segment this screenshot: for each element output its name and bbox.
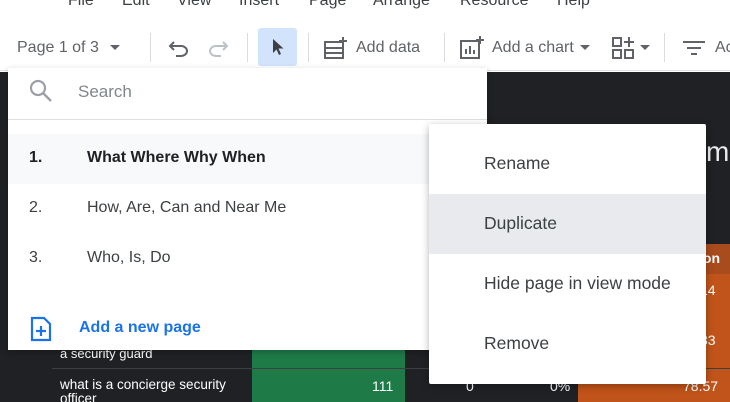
menu-item-remove[interactable]: Remove xyxy=(429,314,706,374)
add-component-button[interactable] xyxy=(611,24,650,71)
search-icon xyxy=(28,78,54,104)
redo-icon[interactable] xyxy=(207,24,229,71)
toolbar: Page 1 of 3 Add data Add a chart Ac xyxy=(0,24,730,71)
menu-file[interactable]: File xyxy=(68,0,94,10)
page-name: How, Are, Can and Near Me xyxy=(87,199,287,216)
menu-item-hide-page[interactable]: Hide page in view mode xyxy=(429,254,706,314)
add-new-page-label: Add a new page xyxy=(79,319,201,336)
page-name: What Where Why When xyxy=(87,149,266,166)
menu-item-label: Hide page in view mode xyxy=(484,273,671,293)
menu-item-label: Remove xyxy=(484,333,550,353)
toolbar-divider xyxy=(664,33,665,62)
page-number: 3. xyxy=(29,249,43,266)
table-cell: 111 xyxy=(372,378,394,394)
add-component-icon xyxy=(611,36,637,60)
caret-down-icon xyxy=(109,44,121,52)
page-selector-label: Page 1 of 3 xyxy=(17,38,99,56)
page-context-menu: Rename Duplicate Hide page in view mode … xyxy=(429,124,706,384)
page-number: 2. xyxy=(29,199,43,216)
page-name: Who, Is, Do xyxy=(87,249,171,266)
toolbar-divider xyxy=(150,33,151,62)
cursor-arrow-icon xyxy=(271,38,285,56)
page-list-item[interactable]: 2. How, Are, Can and Near Me xyxy=(8,184,487,234)
add-control-label: Ac xyxy=(715,38,730,56)
page-list-panel: 1. What Where Why When 2. How, Are, Can … xyxy=(8,68,487,350)
menu-help[interactable]: Help xyxy=(557,0,590,10)
add-chart-icon xyxy=(459,35,485,60)
page-search xyxy=(8,68,487,120)
page-search-input[interactable] xyxy=(78,80,458,104)
page-selector[interactable]: Page 1 of 3 xyxy=(17,24,121,71)
add-chart-button[interactable]: Add a chart xyxy=(459,24,590,71)
menu-resource[interactable]: Resource xyxy=(460,0,528,10)
add-new-page-button[interactable]: Add a new page xyxy=(8,308,487,350)
toolbar-divider xyxy=(444,33,445,62)
add-control-button[interactable]: Ac xyxy=(682,24,730,71)
caret-down-icon xyxy=(579,44,590,51)
menu-view[interactable]: View xyxy=(177,0,211,10)
add-data-button[interactable]: Add data xyxy=(323,24,420,71)
add-data-icon xyxy=(323,36,349,60)
menu-item-label: Rename xyxy=(484,153,551,173)
menu-insert[interactable]: Insert xyxy=(239,0,279,10)
page-list-item[interactable]: 1. What Where Why When xyxy=(8,134,487,184)
select-tool-button[interactable] xyxy=(258,28,297,66)
toolbar-divider xyxy=(308,33,309,62)
toolbar-divider xyxy=(247,33,248,62)
undo-icon[interactable] xyxy=(168,24,190,71)
add-page-icon xyxy=(30,316,52,342)
menu-edit[interactable]: Edit xyxy=(122,0,150,10)
menu-bar: File Edit View Insert Page Arrange Resou… xyxy=(0,0,730,14)
menu-item-rename[interactable]: Rename xyxy=(429,134,706,194)
menu-item-label: Duplicate xyxy=(484,213,557,233)
menu-arrange[interactable]: Arrange xyxy=(373,0,430,10)
add-chart-label: Add a chart xyxy=(492,38,574,56)
filter-list-icon xyxy=(682,39,706,57)
menu-item-duplicate[interactable]: Duplicate xyxy=(429,194,706,254)
report-title-fragment: m xyxy=(706,136,730,167)
menu-page[interactable]: Page xyxy=(309,0,346,10)
page-list-item[interactable]: 3. Who, Is, Do xyxy=(8,234,487,284)
add-data-label: Add data xyxy=(356,38,421,56)
caret-down-icon xyxy=(640,44,650,51)
page-number: 1. xyxy=(29,149,43,166)
table-cell-query: what is a concierge security officer xyxy=(60,377,226,402)
